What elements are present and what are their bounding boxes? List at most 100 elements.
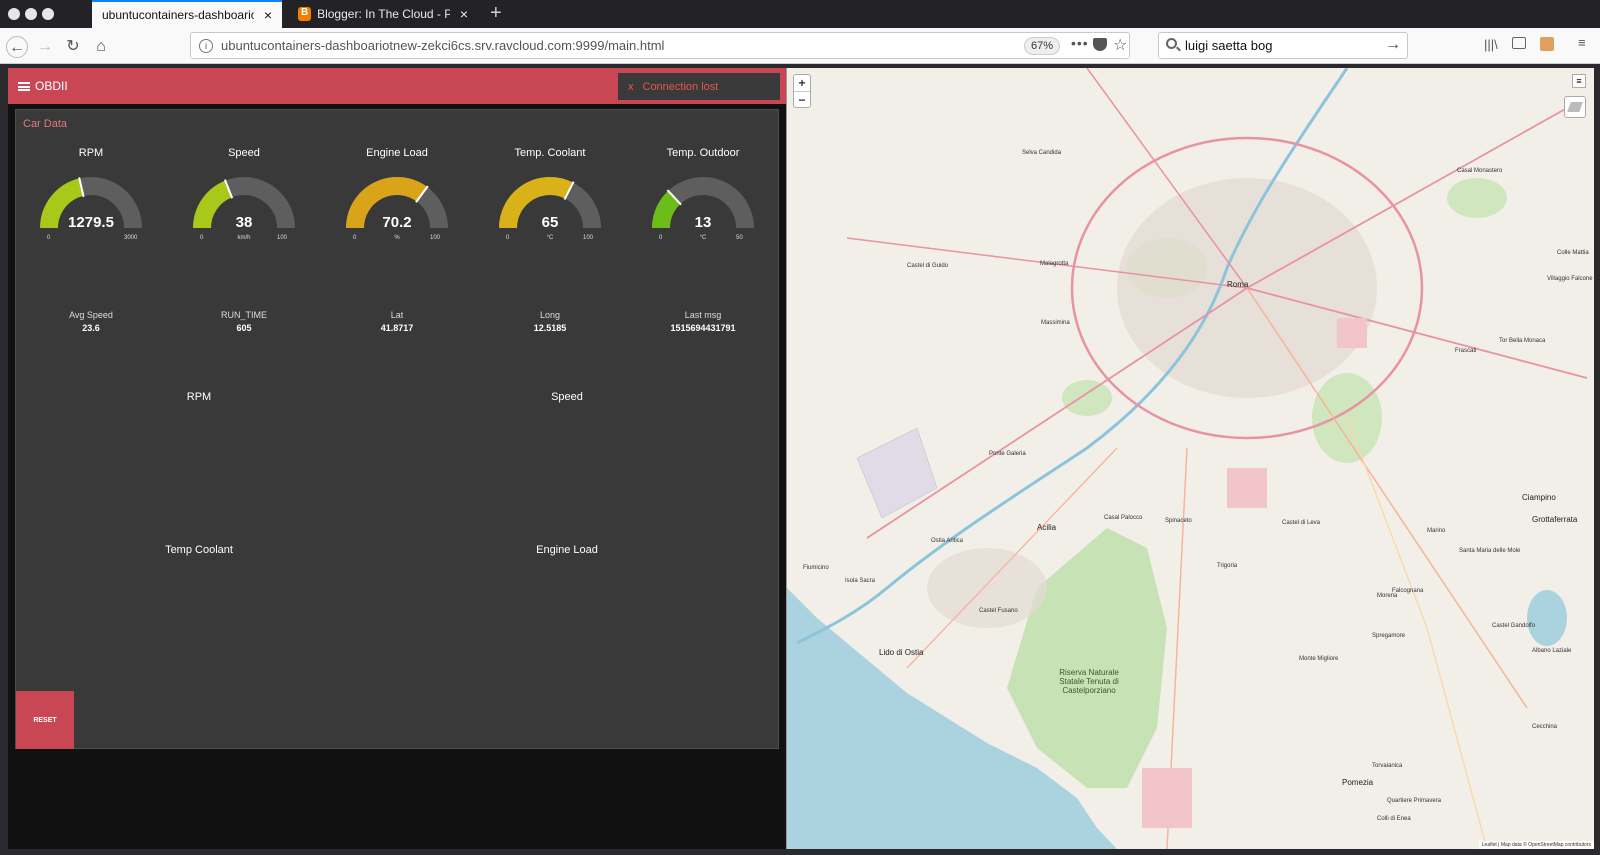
- map-label: Grottaferrata: [1532, 515, 1578, 524]
- map-label: Trigoria: [1217, 563, 1238, 569]
- connection-status-toast[interactable]: x Connection lost: [618, 73, 780, 100]
- stat-value: 41.8717: [380, 323, 414, 333]
- zoom-out-button[interactable]: −: [794, 91, 810, 107]
- gauge-unit: °C: [546, 235, 554, 241]
- gauge-max: 100: [277, 235, 288, 241]
- gauge-unit: °C: [699, 235, 707, 241]
- gauge-temp-coolant: Temp. Coolant 65 0 °C 100: [485, 146, 615, 256]
- extension-icon[interactable]: [1540, 37, 1554, 51]
- search-go-icon[interactable]: →: [1385, 36, 1401, 54]
- reset-button[interactable]: RESET: [16, 691, 74, 749]
- zoom-level[interactable]: 67%: [1024, 37, 1061, 55]
- stat-value: 23.6: [82, 323, 100, 333]
- chart-title-engine-load: Engine Load: [536, 544, 598, 556]
- stat-value: 12.5185: [533, 323, 567, 333]
- map-label: Ciampino: [1522, 493, 1556, 502]
- map-label: Albano Laziale: [1532, 648, 1572, 654]
- stat-lat: Lat 41.8717: [337, 310, 457, 333]
- map-label: Pomezia: [1342, 778, 1374, 787]
- sidebar-icon[interactable]: [1512, 37, 1526, 49]
- map-label: Santa Maria delle Mole: [1459, 548, 1521, 554]
- stat-run-time: RUN_TIME 605: [184, 310, 304, 333]
- gauge-speed: Speed 38 0 km/h 100: [179, 146, 309, 256]
- map[interactable]: + − ≡ Roma Acilia Fiumicino Lido di Ostia Ci…: [786, 68, 1594, 849]
- back-icon[interactable]: ←: [6, 36, 28, 58]
- map-label: Quartiere Primavera: [1387, 798, 1442, 804]
- card-title: Car Data: [23, 118, 68, 130]
- map-label: Castel di Guido: [907, 263, 949, 269]
- tab-dashboard[interactable]: ubuntucontainers-dashboariotnew- ×: [92, 0, 282, 28]
- connection-status-text: Connection lost: [642, 80, 719, 93]
- more-icon[interactable]: •••: [1071, 35, 1089, 51]
- home-icon[interactable]: ⌂: [90, 36, 112, 58]
- gauge-value: 38: [235, 214, 253, 231]
- map-label: Cecchina: [1532, 724, 1558, 730]
- map-label: Ostia Antica: [931, 538, 964, 544]
- stat-label: Last msg: [684, 310, 722, 320]
- close-icon[interactable]: x: [628, 81, 634, 93]
- gauge-label: Engine Load: [366, 147, 428, 159]
- maximize-window-icon[interactable]: [42, 8, 54, 20]
- info-icon[interactable]: i: [199, 38, 213, 53]
- library-icon[interactable]: |||\: [1484, 37, 1502, 53]
- gauge-value: 1279.5: [68, 214, 114, 231]
- map-label: Monte Migliore: [1299, 656, 1339, 662]
- map-label: Riserva Naturale Statale Tenuta di Caste…: [1059, 668, 1119, 695]
- search-input[interactable]: luigi saetta bog →: [1158, 32, 1408, 59]
- tab-blogger[interactable]: Blogger: In The Cloud - Panoram ×: [288, 0, 478, 28]
- layers-icon[interactable]: [1564, 96, 1586, 118]
- zoom-in-button[interactable]: +: [794, 75, 810, 91]
- menu-icon[interactable]: ≡: [1578, 35, 1596, 51]
- tab-bar: ubuntucontainers-dashboariotnew- × Blogg…: [0, 0, 1600, 28]
- map-label: Acilia: [1037, 523, 1057, 532]
- gauge-unit: %: [394, 235, 400, 241]
- stat-value: 605: [236, 323, 252, 333]
- nav-bar: ← → ↻ ⌂ i ubuntucontainers-dashboariotne…: [0, 28, 1600, 64]
- map-label: Isola Sacra: [845, 578, 876, 584]
- gauge-label: Temp. Coolant: [514, 147, 586, 159]
- gauge-temp-outdoor: Temp. Outdoor 13 0 °C 50: [638, 146, 768, 256]
- close-window-icon[interactable]: [8, 8, 20, 20]
- tab-title: ubuntucontainers-dashboariotnew-: [102, 8, 254, 22]
- map-label: Ponte Galeria: [989, 451, 1026, 457]
- map-label: Roma: [1227, 280, 1249, 289]
- gauge-label: RPM: [78, 147, 104, 159]
- gauge-label: Speed: [228, 147, 260, 159]
- page-viewport: OBDII x Connection lost Car Data RPM 1279…: [8, 68, 1594, 849]
- reload-icon[interactable]: ↻: [62, 36, 84, 58]
- search-icon: [1166, 38, 1177, 49]
- map-menu-icon[interactable]: ≡: [1572, 74, 1586, 88]
- map-label: Tor Bella Monaca: [1499, 338, 1546, 344]
- zoom-control: + −: [793, 74, 811, 108]
- hamburger-menu-icon[interactable]: [18, 82, 30, 91]
- url-bar[interactable]: i ubuntucontainers-dashboariotnew-zekci6…: [190, 32, 1130, 59]
- gauge-max: 100: [430, 235, 441, 241]
- map-label: Spinaceto: [1165, 518, 1192, 524]
- stat-last-msg: Last msg 1515694431791: [643, 310, 763, 333]
- gauge-label: Temp. Outdoor: [666, 147, 740, 159]
- stat-label: RUN_TIME: [220, 310, 267, 320]
- gauge-value: 70.2: [382, 214, 412, 231]
- map-label: Torvaianica: [1372, 763, 1403, 769]
- gauge-max: 3000: [124, 235, 138, 241]
- stat-label: Long: [539, 310, 561, 320]
- url-text: ubuntucontainers-dashboariotnew-zekci6cs…: [221, 38, 665, 53]
- map-label: Fiumicino: [803, 565, 829, 571]
- forward-icon[interactable]: →: [34, 36, 56, 58]
- map-label: Colli di Enea: [1377, 816, 1411, 822]
- map-attribution: Leaflet | Map data © OpenStreetMap contr…: [1478, 841, 1594, 849]
- gauge-min: 0: [47, 235, 51, 241]
- map-background: [787, 68, 1588, 849]
- gauge-rpm: RPM 1279.5 0 3000: [26, 146, 156, 256]
- gauge-value: 13: [694, 214, 712, 231]
- gauge-max: 100: [583, 235, 594, 241]
- map-label: Frascati: [1455, 348, 1477, 354]
- new-tab-icon[interactable]: +: [490, 2, 502, 25]
- close-tab-icon[interactable]: ×: [460, 6, 468, 22]
- close-tab-icon[interactable]: ×: [264, 7, 272, 23]
- bookmark-star-icon[interactable]: ☆: [1113, 35, 1127, 55]
- stat-avg-speed: Avg Speed 23.6: [31, 310, 151, 333]
- minimize-window-icon[interactable]: [25, 8, 37, 20]
- map-label: Colle Mattia: [1557, 250, 1589, 256]
- pocket-icon[interactable]: [1093, 38, 1107, 51]
